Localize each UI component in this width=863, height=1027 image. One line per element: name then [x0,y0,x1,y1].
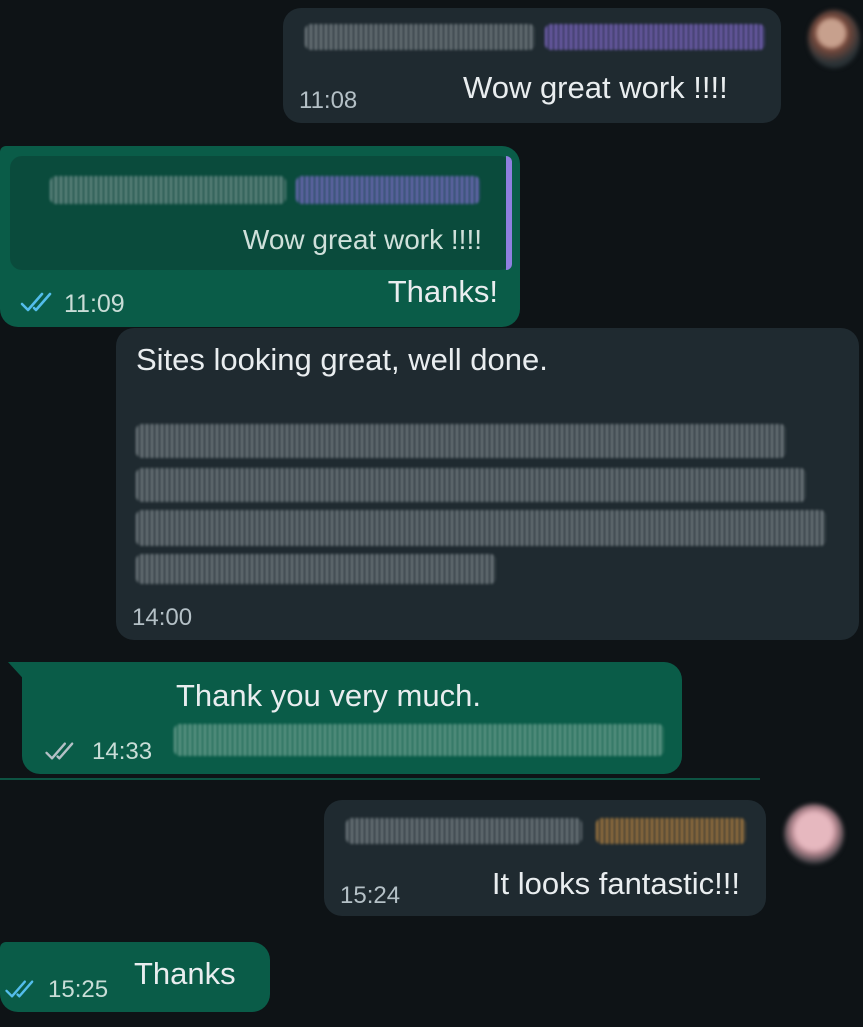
redacted-sender-name [596,818,746,844]
message-bubble-incoming[interactable]: 15:24 It looks fantastic!!! [324,800,766,916]
message-text: Thanks! [387,274,498,309]
message-text: Thank you very much. [176,678,481,713]
quoted-text: Wow great work !!!! [242,224,482,255]
double-check-grey-icon [45,742,74,760]
redacted-text [136,468,806,502]
divider [0,778,760,780]
message-time: 14:33 [92,738,153,765]
redacted-sender-name [346,818,582,844]
message-text: Wow great work !!!! [463,70,728,105]
redacted-text [136,554,496,584]
redacted-sender-name [50,176,286,204]
avatar[interactable] [784,804,844,864]
message-text: Thanks [134,956,236,991]
redacted-text [136,510,826,546]
message-bubble-outgoing[interactable]: 15:25 Thanks [0,942,270,1012]
double-check-blue-icon [5,980,34,998]
message-time: 15:24 [340,882,401,909]
redacted-text [136,424,786,458]
double-check-blue-icon [20,292,52,312]
redacted-text [174,724,664,756]
message-time: 15:25 [48,976,109,1003]
message-time: 11:08 [299,87,358,114]
quote-accent-bar [506,156,512,270]
message-bubble-outgoing[interactable]: Thank you very much. 14:33 [22,662,682,774]
message-time: 14:00 [132,604,193,631]
avatar[interactable] [808,10,860,68]
message-bubble-incoming[interactable]: Sites looking great, well done. 14:00 [116,328,859,640]
message-text: It looks fantastic!!! [491,866,740,901]
message-bubble-outgoing[interactable]: Wow great work !!!! 11:09 Thanks! [0,146,520,327]
message-text: Sites looking great, well done. [136,342,548,377]
message-bubble-incoming[interactable]: 11:08 Wow great work !!!! [283,8,781,123]
redacted-sender-name [545,24,765,50]
redacted-sender-name [305,24,535,50]
redacted-sender-name [296,176,480,204]
quoted-message[interactable]: Wow great work !!!! [10,156,512,270]
message-time: 11:09 [64,290,125,318]
